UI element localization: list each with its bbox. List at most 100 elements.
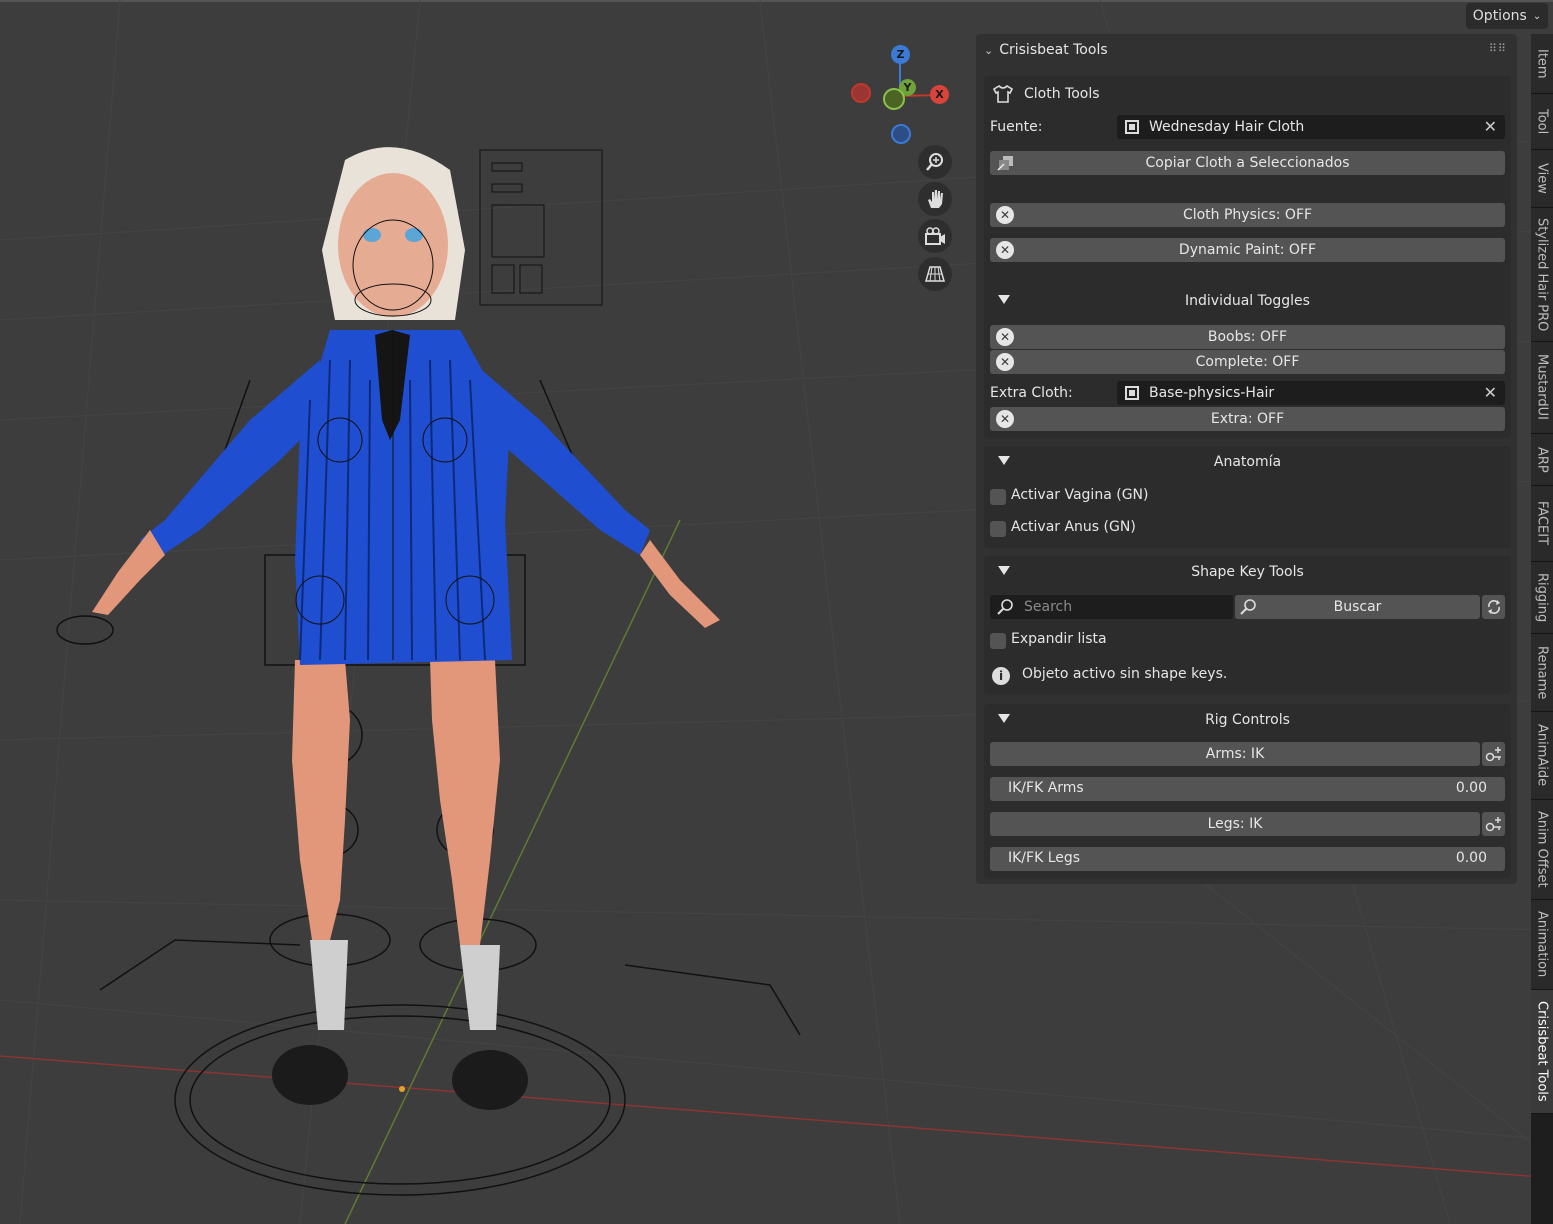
tab-arp[interactable]: ARP [1531,434,1553,486]
rig-controls-header[interactable]: Rig Controls [984,706,1511,734]
anatomia-box: Anatomía Activar Vagina (GN) Activar Anu… [984,446,1511,548]
neg-y-axis-handle[interactable] [883,88,905,110]
cloth-physics-toggle[interactable]: ✕ Cloth Physics: OFF [990,203,1505,227]
panel-header[interactable]: ⌄ Crisisbeat Tools ⠿⠿ [976,34,1517,66]
add-key-icon [1485,747,1501,762]
shape-key-search-input[interactable]: Search [990,595,1233,619]
tab-rigging[interactable]: Rigging [1531,562,1553,634]
legs-keyframe-button[interactable] [1482,812,1505,836]
arms-ik-label: Arms: IK [1205,746,1265,762]
tab-animaide[interactable]: AnimAide [1531,712,1553,800]
vagina-checkbox[interactable] [990,489,1006,505]
tab-rename[interactable]: Rename [1531,634,1553,712]
cloth-tools-title: Cloth Tools [1024,86,1100,102]
pan-button[interactable] [918,182,952,216]
dynamic-paint-label: Dynamic Paint: OFF [1178,242,1317,258]
tab-label: Item [1534,48,1550,79]
source-object-field[interactable]: Wednesday Hair Cloth ✕ [1117,115,1505,139]
tab-stylized-hair-pro[interactable]: Stylized Hair PRO [1531,208,1553,342]
drag-grip-icon[interactable]: ⠿⠿ [1489,42,1507,55]
ikfk-legs-label: IK/FK Legs [1008,850,1081,866]
expand-triangle-icon [998,295,1010,304]
tab-animation[interactable]: Animation [1531,900,1553,990]
shape-key-tools-title: Shape Key Tools [1191,564,1304,580]
copy-cloth-label: Copiar Cloth a Seleccionados [1145,155,1350,171]
dynamic-paint-toggle[interactable]: ✕ Dynamic Paint: OFF [990,238,1505,262]
add-key-icon [1485,817,1501,832]
info-icon: i [992,667,1010,685]
clear-icon[interactable]: ✕ [1484,383,1497,402]
cloth-tools-header: Cloth Tools [992,84,1100,104]
arms-ik-button[interactable]: Arms: IK [990,742,1480,766]
ikfk-legs-value: 0.00 [1455,850,1487,866]
extra-cloth-label: Extra Cloth: [990,385,1073,401]
sidebar-panel: ⌄ Crisisbeat Tools ⠿⠿ Cloth Tools Fuente… [976,34,1517,884]
source-object-value: Wednesday Hair Cloth [1149,119,1305,135]
extra-cloth-value: Base-physics-Hair [1149,385,1275,401]
tab-item[interactable]: Item [1531,34,1553,94]
extra-cloth-field[interactable]: Base-physics-Hair ✕ [1117,381,1505,405]
tab-tool[interactable]: Tool [1531,94,1553,150]
tab-label: Animation [1534,911,1550,978]
tab-label: Rigging [1534,572,1550,623]
collapse-chevron-icon[interactable]: ⌄ [984,44,993,57]
tab-view[interactable]: View [1531,150,1553,208]
expand-list-label: Expandir lista [1011,631,1107,647]
neg-z-axis-handle[interactable] [891,124,911,144]
chevron-down-icon: ⌄ [1532,10,1542,22]
x-circle-icon: ✕ [996,328,1014,346]
tab-anim-offset[interactable]: Anim Offset [1531,800,1553,900]
complete-toggle[interactable]: ✕ Complete: OFF [990,350,1505,374]
options-dropdown[interactable]: Options ⌄ [1466,3,1548,29]
rig-controls-box: Rig Controls Arms: IK IK/FK Arms 0.00 Le… [984,704,1511,878]
tab-mustardui[interactable]: MustardUI [1531,342,1553,434]
mesh-object-icon [1125,120,1139,134]
refresh-icon [1487,600,1500,614]
3d-viewport[interactable]: Z X Y Options ⌄ ⌄ Crisisbeat Tools ⠿⠿ Cl… [0,0,1553,1224]
boobs-toggle[interactable]: ✕ Boobs: OFF [990,325,1505,349]
perspective-toggle-button[interactable] [918,257,952,291]
boobs-label: Boobs: OFF [1207,329,1288,345]
ikfk-arms-slider[interactable]: IK/FK Arms 0.00 [990,777,1505,801]
expand-triangle-icon [998,566,1010,575]
vagina-label: Activar Vagina (GN) [1011,487,1149,503]
zoom-button[interactable] [918,145,952,179]
neg-x-axis-handle[interactable] [851,83,871,103]
anatomia-header[interactable]: Anatomía [984,448,1511,476]
anus-checkbox[interactable] [990,521,1006,537]
tab-label: Crisisbeat Tools [1534,1001,1550,1102]
expand-list-checkbox[interactable] [990,633,1006,649]
x-axis-handle[interactable]: X [930,85,949,104]
tab-crisisbeat-tools[interactable]: Crisisbeat Tools [1531,990,1553,1114]
ikfk-legs-slider[interactable]: IK/FK Legs 0.00 [990,847,1505,871]
tab-faceit[interactable]: FACEIT [1531,486,1553,562]
camera-icon [925,227,945,245]
info-text: Objeto activo sin shape keys. [1022,666,1228,682]
shape-key-tools-header[interactable]: Shape Key Tools [984,558,1511,586]
ikfk-arms-value: 0.00 [1455,780,1487,796]
legs-ik-button[interactable]: Legs: IK [990,812,1480,836]
copy-icon [996,154,1016,176]
panel-title: Crisisbeat Tools [999,42,1108,58]
individual-toggles-header[interactable]: Individual Toggles [984,287,1511,315]
hand-icon [928,190,943,208]
buscar-button[interactable]: Buscar [1235,595,1480,619]
camera-view-button[interactable] [918,219,952,253]
copy-cloth-button[interactable]: Copiar Cloth a Seleccionados [990,151,1505,175]
options-label: Options [1472,8,1527,24]
rig-controls-title: Rig Controls [1205,712,1290,728]
tab-label: View [1534,163,1550,194]
arms-keyframe-button[interactable] [1482,742,1505,766]
extra-toggle[interactable]: ✕ Extra: OFF [990,407,1505,431]
search-icon [1240,599,1256,615]
mesh-object-icon [1125,386,1139,400]
tab-label: Tool [1534,108,1550,135]
cloth-physics-label: Cloth Physics: OFF [1182,207,1313,223]
z-axis-handle[interactable]: Z [891,45,910,64]
buscar-label: Buscar [1333,599,1382,615]
tab-label: Anim Offset [1534,811,1550,888]
refresh-button[interactable] [1482,595,1505,619]
clear-icon[interactable]: ✕ [1484,117,1497,136]
grid-perspective-icon [925,266,945,282]
ikfk-arms-label: IK/FK Arms [1008,780,1084,796]
